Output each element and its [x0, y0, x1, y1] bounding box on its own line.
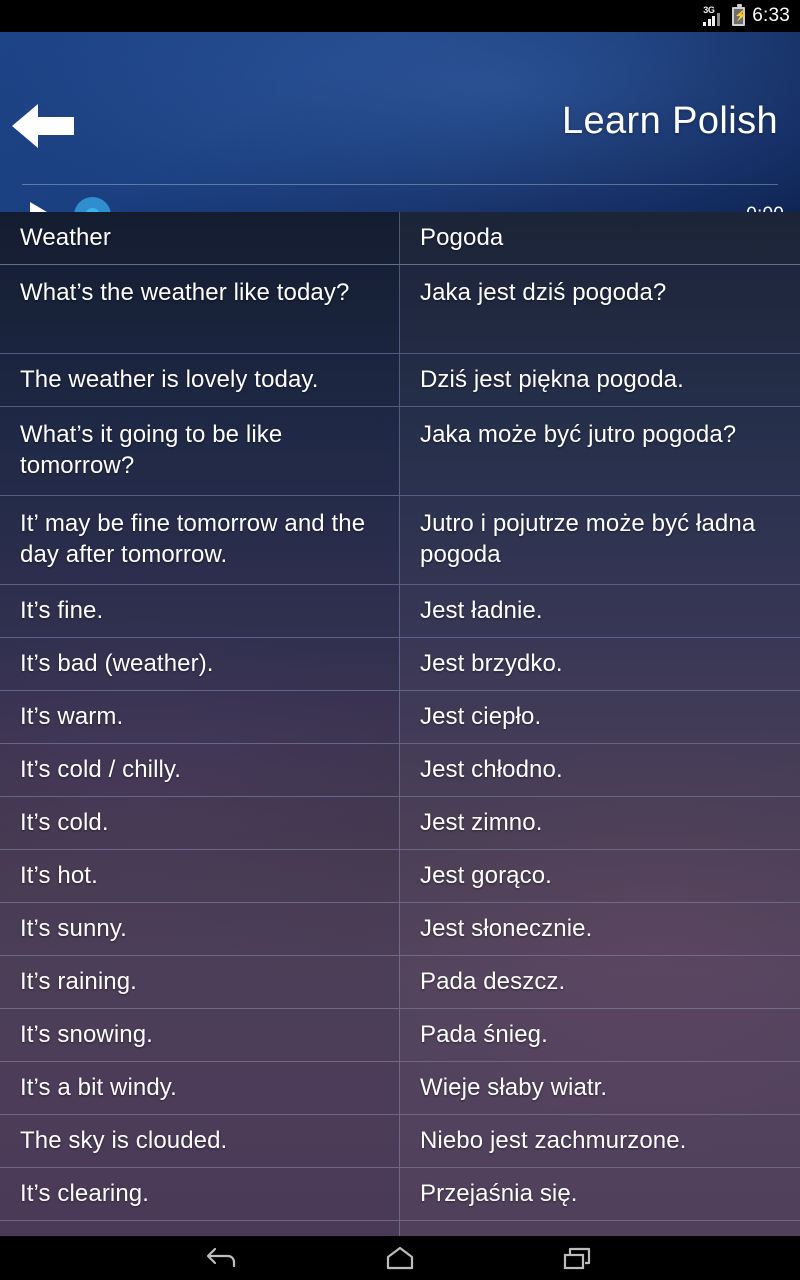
table-row[interactable]: It’ may be fine tomorrow and the day aft…	[0, 496, 800, 585]
phrase-target: Jest słonecznie.	[400, 903, 800, 955]
phrase-source: It’s bad (weather).	[0, 638, 400, 690]
table-row[interactable]: It’s a bit windy. Wieje słaby wiatr.	[0, 1062, 800, 1115]
phrase-source: What’s the weather like today?	[0, 265, 400, 353]
app-screen: 3G ⚡ 6:33 Learn Polish 0:00 WeatherPogod…	[0, 0, 800, 1280]
table-row[interactable]: It’s snowing. Pada śnieg.	[0, 1009, 800, 1062]
table-row[interactable]: It’s fine. Jest ładnie.	[0, 585, 800, 638]
battery-charging-icon: ⚡	[732, 3, 748, 26]
audio-player: 0:00	[0, 185, 800, 212]
table-row[interactable]: The weather is lovely today. Dziś jest pi…	[0, 354, 800, 407]
seek-bar[interactable]	[74, 185, 732, 212]
android-nav-bar	[0, 1236, 800, 1280]
table-row[interactable]: The sky is clouded. Niebo jest zachmurzon…	[0, 1115, 800, 1168]
battery-bolt-glyph: ⚡	[734, 9, 748, 22]
phrase-target: Jest zimno.	[400, 797, 800, 849]
back-arrow-icon[interactable]	[12, 100, 74, 152]
phrase-target: Niebo jest zachmurzone.	[400, 1115, 800, 1167]
nav-home-icon[interactable]	[383, 1245, 417, 1271]
phrase-source: It’ may be fine tomorrow and the day aft…	[0, 496, 400, 584]
signal-bars-icon: 3G	[703, 5, 725, 26]
playback-position-label: 0:00	[746, 204, 800, 213]
phrase-source: The sky is clouded.	[0, 1115, 400, 1167]
phrase-source: It’s cold / chilly.	[0, 744, 400, 796]
phrase-source: It’s hot.	[0, 850, 400, 902]
phrase-source: It’s cold.	[0, 797, 400, 849]
phrase-target: Jest chłodno.	[400, 744, 800, 796]
table-row[interactable]: It’s cold. Jest zimno.	[0, 797, 800, 850]
phrase-list[interactable]: Weather Pogoda What’s the weather like tod…	[0, 212, 800, 1236]
phrase-target: Jest gorąco.	[400, 850, 800, 902]
table-header-row[interactable]: Weather Pogoda	[0, 212, 800, 265]
phrase-target: Dziś jest piękna pogoda.	[400, 354, 800, 406]
play-icon[interactable]	[30, 201, 52, 212]
phrase-source: What’s it going to be like tomorrow?	[0, 407, 400, 495]
phrase-source: It’s sunny.	[0, 903, 400, 955]
table-row[interactable]: It’s cold / chilly. Jest chłodno.	[0, 744, 800, 797]
app-header: Learn Polish 0:00	[0, 32, 800, 212]
phrase-target: Wieje słaby wiatr.	[400, 1062, 800, 1114]
phrase-target: Jutro i pojutrze może być ładna pogoda	[400, 496, 800, 584]
table-row[interactable]: It’s foggy.Jest mgła.	[0, 1221, 800, 1236]
phrase-target: Przejaśnia się.	[400, 1168, 800, 1220]
phrase-target: Jest ciepło.	[400, 691, 800, 743]
phrase-target: Pada śnieg.	[400, 1009, 800, 1061]
phrase-target: Jaka jest dziś pogoda?	[400, 265, 800, 353]
phrase-source: It’s fine.	[0, 585, 400, 637]
phrase-source: It’s warm.	[0, 691, 400, 743]
phrase-source: It’s foggy.	[0, 1221, 400, 1236]
phrase-source: It’s clearing.	[0, 1168, 400, 1220]
nav-recents-icon[interactable]	[561, 1245, 595, 1271]
phrase-target: Jest mgła.	[400, 1221, 800, 1236]
phrase-target: Jaka może być jutro pogoda?	[400, 407, 800, 495]
phrase-target: Pada deszcz.	[400, 956, 800, 1008]
table-row[interactable]: It’s bad (weather). Jest brzydko.	[0, 638, 800, 691]
phrase-source: It’s a bit windy.	[0, 1062, 400, 1114]
table-row[interactable]: It’s raining. Pada deszcz.	[0, 956, 800, 1009]
column-header-source: Weather	[0, 212, 400, 264]
phrase-source: It’s raining.	[0, 956, 400, 1008]
nav-back-icon[interactable]	[205, 1245, 239, 1271]
column-header-target: Pogoda	[400, 212, 800, 264]
table-row[interactable]: It’s warm. Jest ciepło.	[0, 691, 800, 744]
phrase-source: The weather is lovely today.	[0, 354, 400, 406]
seek-thumb-icon[interactable]	[74, 197, 111, 212]
phrase-target: Jest ładnie.	[400, 585, 800, 637]
table-row[interactable]: It’s hot. Jest gorąco.	[0, 850, 800, 903]
table-row[interactable]: What’s it going to be like tomorrow? Jaka…	[0, 407, 800, 496]
phrase-target: Jest brzydko.	[400, 638, 800, 690]
table-row[interactable]: It’s clearing. Przejaśnia się.	[0, 1168, 800, 1221]
table-row[interactable]: It’s sunny. Jest słonecznie.	[0, 903, 800, 956]
status-bar: 3G ⚡ 6:33	[0, 0, 800, 32]
status-bar-clock: 6:33	[752, 5, 790, 26]
phrase-source: It’s snowing.	[0, 1009, 400, 1061]
page-title: Learn Polish	[561, 100, 778, 142]
table-row[interactable]: What’s the weather like today? Jaka jest …	[0, 265, 800, 354]
